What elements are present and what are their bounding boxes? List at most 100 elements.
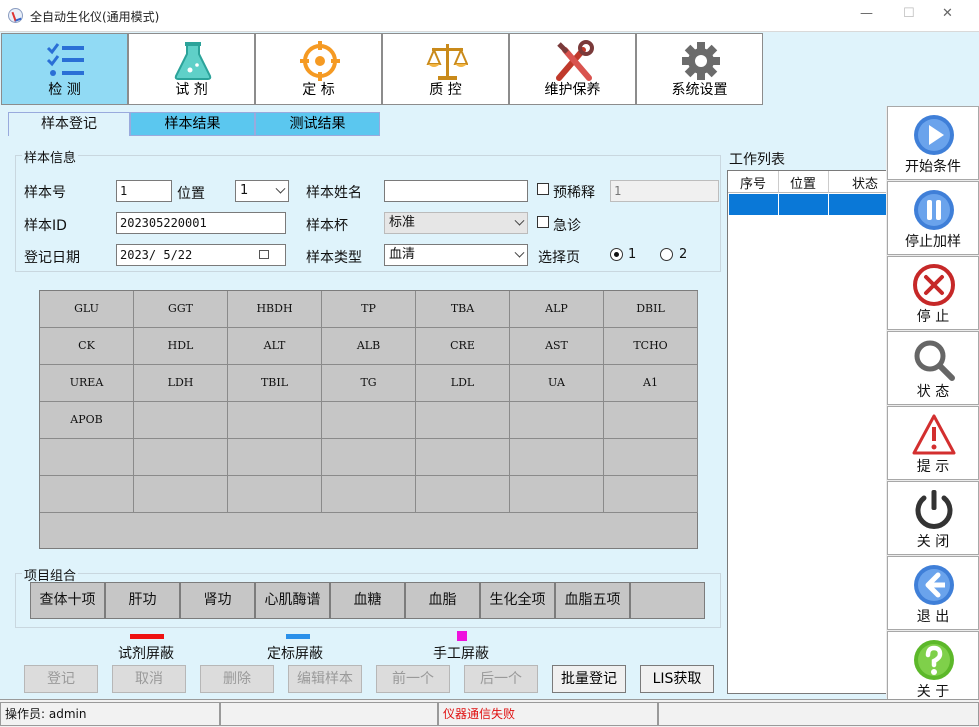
test-item-empty[interactable] xyxy=(228,476,322,513)
urgent-checkbox[interactable] xyxy=(537,216,549,228)
toolbar-reagent[interactable]: 试 剂 xyxy=(128,33,255,105)
test-item-alt[interactable]: ALT xyxy=(228,328,322,365)
calibration-block-swatch xyxy=(286,634,310,639)
name-input[interactable] xyxy=(384,180,528,202)
test-item-ggt[interactable]: GGT xyxy=(134,291,228,328)
page-radio-2[interactable] xyxy=(660,248,673,261)
test-item-empty[interactable] xyxy=(510,476,604,513)
test-item-empty[interactable] xyxy=(40,476,134,513)
test-item-dbil[interactable]: DBIL xyxy=(604,291,698,328)
test-item-ua[interactable]: UA xyxy=(510,365,604,402)
test-item-empty[interactable] xyxy=(40,439,134,476)
toolbar-settings[interactable]: 系统设置 xyxy=(636,33,763,105)
test-item-alp[interactable]: ALP xyxy=(510,291,604,328)
test-item-empty[interactable] xyxy=(134,402,228,439)
test-item-ck[interactable]: CK xyxy=(40,328,134,365)
test-item-cre[interactable]: CRE xyxy=(416,328,510,365)
test-item-tg[interactable]: TG xyxy=(322,365,416,402)
combo-button-5[interactable]: 血脂 xyxy=(405,582,480,619)
tab-sample-register[interactable]: 样本登记 xyxy=(8,112,130,136)
test-item-empty[interactable] xyxy=(134,476,228,513)
sidebar-button-stop[interactable]: 停 止 xyxy=(887,256,979,330)
test-item-apob[interactable]: APOB xyxy=(40,402,134,439)
action-button-1[interactable]: 取消 xyxy=(112,665,186,693)
action-button-0[interactable]: 登记 xyxy=(24,665,98,693)
maximize-button[interactable]: ☐ xyxy=(903,6,915,21)
cup-select[interactable]: 标准 xyxy=(384,212,528,234)
tools-icon xyxy=(556,40,594,81)
minimize-button[interactable]: — xyxy=(860,6,873,21)
toolbar-maintenance[interactable]: 维护保养 xyxy=(509,33,636,105)
test-item-urea[interactable]: UREA xyxy=(40,365,134,402)
date-picker[interactable]: 2023/ 5/22 xyxy=(116,244,286,266)
tab-test-results[interactable]: 测试结果 xyxy=(255,112,380,136)
action-button-6[interactable]: 批量登记 xyxy=(552,665,626,693)
worklist-col-status[interactable]: 状态 xyxy=(852,173,878,192)
sidebar-button-power[interactable]: 关 闭 xyxy=(887,481,979,555)
test-item-empty[interactable] xyxy=(322,402,416,439)
sample-no-input[interactable]: 1 xyxy=(116,180,172,202)
combo-button-0[interactable]: 查体十项 xyxy=(30,582,105,619)
test-item-empty[interactable] xyxy=(228,402,322,439)
sidebar-button-back-arrow[interactable]: 退 出 xyxy=(887,556,979,630)
test-item-tba[interactable]: TBA xyxy=(416,291,510,328)
sidebar-button-play[interactable]: 开始条件 xyxy=(887,106,979,180)
test-item-a1[interactable]: A1 xyxy=(604,365,698,402)
test-item-tp[interactable]: TP xyxy=(322,291,416,328)
tab-sample-results[interactable]: 样本结果 xyxy=(130,112,255,136)
action-button-3[interactable]: 编辑样本 xyxy=(288,665,362,693)
test-item-hdl[interactable]: HDL xyxy=(134,328,228,365)
action-button-4[interactable]: 前一个 xyxy=(376,665,450,693)
test-item-empty[interactable] xyxy=(604,402,698,439)
worklist-table[interactable]: 序号 位置 状态 xyxy=(727,170,888,694)
sidebar-button-magnifier[interactable]: 状 态 xyxy=(887,331,979,405)
test-item-ldh[interactable]: LDH xyxy=(134,365,228,402)
toolbar-calibration[interactable]: 定 标 xyxy=(255,33,382,105)
test-item-ldl[interactable]: LDL xyxy=(416,365,510,402)
page-radio-2-label: 2 xyxy=(679,247,688,262)
sidebar-button-help[interactable]: 关 于 xyxy=(887,631,979,705)
page-radio-1[interactable] xyxy=(610,248,623,261)
type-select[interactable]: 血清 xyxy=(384,244,528,266)
sample-id-input[interactable]: 202305220001 xyxy=(116,212,286,234)
toolbar-qc[interactable]: 质 控 xyxy=(382,33,509,105)
combo-button-2[interactable]: 肾功 xyxy=(180,582,255,619)
test-item-tcho[interactable]: TCHO xyxy=(604,328,698,365)
test-item-empty[interactable] xyxy=(604,439,698,476)
toolbar-detect[interactable]: 检 测 xyxy=(1,33,128,105)
combo-button-7[interactable]: 血脂五项 xyxy=(555,582,630,619)
predilute-checkbox[interactable] xyxy=(537,183,549,195)
worklist-col-position[interactable]: 位置 xyxy=(790,173,816,192)
test-item-glu[interactable]: GLU xyxy=(40,291,134,328)
combo-button-8[interactable] xyxy=(630,582,705,619)
worklist-selected-row[interactable] xyxy=(729,194,887,215)
position-select[interactable]: 1 xyxy=(235,180,289,202)
test-item-empty[interactable] xyxy=(416,476,510,513)
worklist-col-index[interactable]: 序号 xyxy=(740,173,766,192)
combo-button-6[interactable]: 生化全项 xyxy=(480,582,555,619)
action-button-2[interactable]: 删除 xyxy=(200,665,274,693)
test-item-empty[interactable] xyxy=(322,439,416,476)
predilute-input[interactable]: 1 xyxy=(610,180,719,202)
test-item-empty[interactable] xyxy=(322,476,416,513)
combo-button-1[interactable]: 肝功 xyxy=(105,582,180,619)
reagent-block-label: 试剂屏蔽 xyxy=(118,646,174,662)
test-item-empty[interactable] xyxy=(134,439,228,476)
action-button-7[interactable]: LIS获取 xyxy=(640,665,714,693)
close-window-button[interactable]: ✕ xyxy=(942,6,953,21)
test-item-empty[interactable] xyxy=(228,439,322,476)
sidebar-button-warning[interactable]: 提 示 xyxy=(887,406,979,480)
combo-button-3[interactable]: 心肌酶谱 xyxy=(255,582,330,619)
test-item-empty[interactable] xyxy=(416,439,510,476)
test-item-alb[interactable]: ALB xyxy=(322,328,416,365)
test-item-hbdh[interactable]: HBDH xyxy=(228,291,322,328)
combo-button-4[interactable]: 血糖 xyxy=(330,582,405,619)
action-button-5[interactable]: 后一个 xyxy=(464,665,538,693)
test-item-empty[interactable] xyxy=(604,476,698,513)
test-item-empty[interactable] xyxy=(510,439,604,476)
test-item-empty[interactable] xyxy=(510,402,604,439)
sidebar-button-pause[interactable]: 停止加样 xyxy=(887,181,979,255)
test-item-tbil[interactable]: TBIL xyxy=(228,365,322,402)
test-item-empty[interactable] xyxy=(416,402,510,439)
test-item-ast[interactable]: AST xyxy=(510,328,604,365)
